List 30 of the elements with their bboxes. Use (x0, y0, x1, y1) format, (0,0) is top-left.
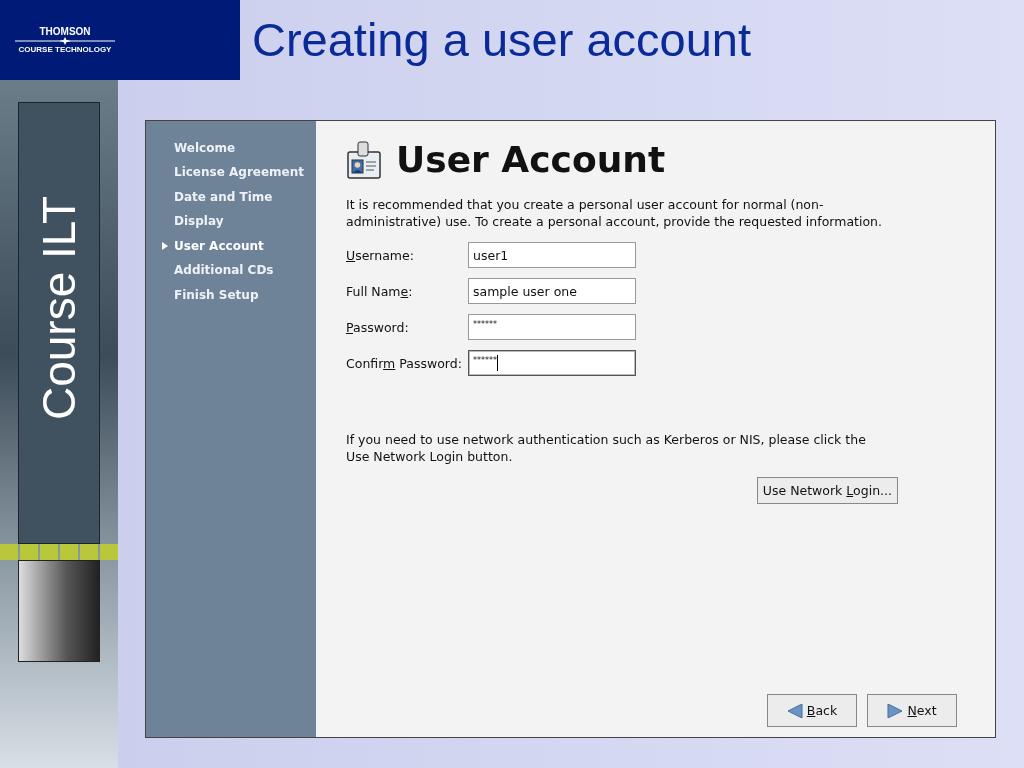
input-field[interactable]: sample user one (468, 278, 636, 304)
sidebar-item[interactable]: Welcome (146, 138, 316, 158)
sidebar-item[interactable]: Display (146, 211, 316, 231)
field-label: Confirm Password: (346, 355, 463, 371)
star-line-icon (15, 37, 115, 45)
vertical-caption: Course ILT (32, 195, 86, 421)
field-label: Password: (346, 319, 410, 335)
sidebar-item[interactable]: Finish Setup (146, 285, 316, 305)
id-card-icon (346, 139, 382, 180)
next-button[interactable]: Next (867, 694, 957, 727)
logo-subtitle: COURSE TECHNOLOGY (18, 45, 112, 54)
left-triangle-icon (786, 703, 803, 718)
network-note: If you need to use network authentication such as Kerberos or NIS, please click the Use Network Login button. (346, 431, 867, 465)
page-heading: User Account (396, 139, 666, 180)
right-triangle-icon (887, 703, 904, 718)
sidebar-item[interactable]: License Agreement (146, 162, 316, 182)
sidebar-item[interactable]: User Account (146, 236, 316, 256)
input-field[interactable]: ****** (468, 350, 636, 376)
network-login-button[interactable]: Use Network Login... (756, 477, 898, 504)
field-label: Username: (346, 247, 415, 263)
slide-title: Creating a user account (252, 12, 751, 68)
back-button[interactable]: Back (767, 694, 857, 727)
input-field[interactable]: ****** (468, 314, 636, 340)
intro-text: It is recommended that you create a personal user account for normal (non-administrative) use. To create a personal account, provide the requested information. (346, 196, 883, 230)
input-field[interactable]: user1 (468, 242, 636, 268)
logo-name: THOMSON (39, 26, 91, 37)
pointer-icon (162, 242, 168, 250)
sidebar-item[interactable]: Date and Time (146, 187, 316, 207)
field-label: Full Name: (346, 283, 414, 299)
sidebar-item[interactable]: Additional CDs (146, 260, 316, 280)
